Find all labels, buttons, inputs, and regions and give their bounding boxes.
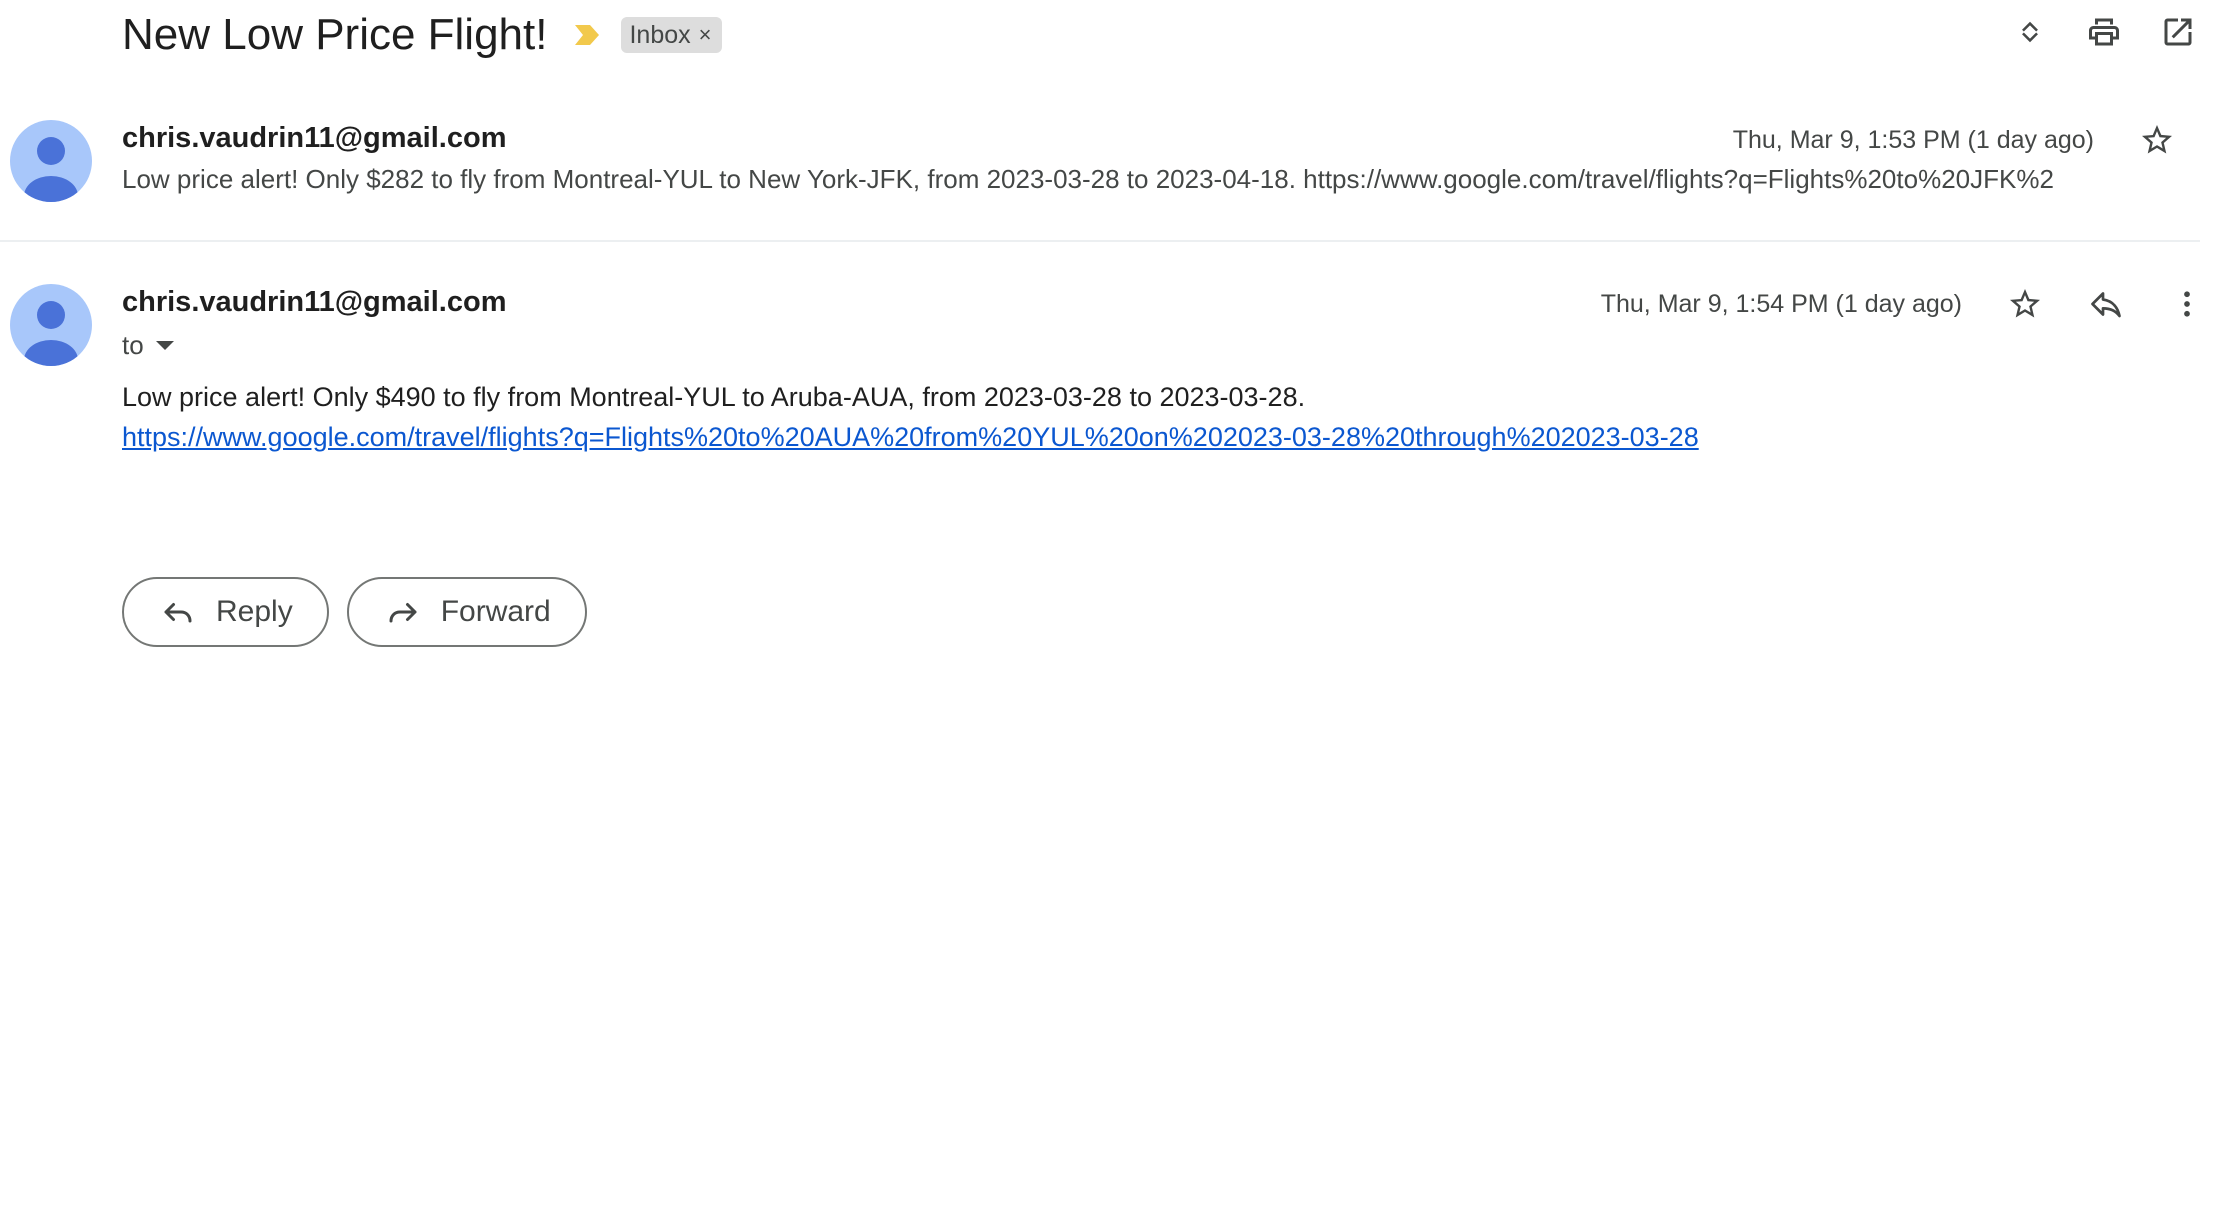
message-date: Thu, Mar 9, 1:54 PM (1 day ago) [1600,290,1962,318]
sender-name: chris.vaudrin11@gmail.com [122,122,507,154]
inbox-label-text: Inbox [629,20,691,49]
message-body: Low price alert! Only $490 to fly from M… [122,382,1306,412]
email-thread-view: New Low Price Flight! Inbox × chris.vaud… [0,0,2230,1226]
more-vert-icon [2184,291,2190,317]
flight-search-link[interactable]: https://www.google.com/travel/flights?q=… [122,422,1699,453]
sender-name: chris.vaudrin11@gmail.com [122,286,507,318]
reply-button[interactable] [2084,282,2128,326]
reply-label: Reply [216,595,293,628]
expand-collapse-icon [2022,21,2038,43]
forward-icon [389,603,417,623]
recipient-details-toggle[interactable]: to [122,330,174,361]
message-date: Thu, Mar 9, 1:53 PM (1 day ago) [1732,126,2094,154]
collapsed-message[interactable]: chris.vaudrin11@gmail.com Low price aler… [0,110,2200,242]
thread-header: New Low Price Flight! Inbox × [122,0,722,70]
person-avatar-icon [24,137,78,202]
forward-label: Forward [440,595,551,628]
caret-down-icon [155,341,174,350]
star-icon [2142,125,2172,154]
thread-toolbar [2008,10,2200,54]
forward-action-button[interactable]: Forward [346,577,587,647]
open-in-new-window-icon [2164,18,2192,46]
sender-avatar [10,284,92,366]
remove-label-button[interactable]: × [699,22,712,48]
message-snippet: Low price alert! Only $282 to fly from M… [122,164,2054,194]
importance-marker-icon[interactable] [573,22,601,48]
person-avatar-icon [24,301,78,366]
print-all-button[interactable] [2082,10,2126,54]
reply-icon [2091,292,2121,318]
thread-subject: New Low Price Flight! [122,10,548,59]
inbox-label-chip: Inbox × [621,17,722,53]
reply-action-button[interactable]: Reply [122,577,329,647]
star-button[interactable] [2135,118,2179,162]
message-actions: Reply Forward [122,577,587,647]
star-icon [2010,289,2040,318]
print-icon [2089,18,2119,46]
star-button[interactable] [2003,282,2047,326]
expand-collapse-all-button[interactable] [2008,10,2052,54]
reply-icon [164,603,192,623]
to-label: to [122,330,144,360]
open-in-new-window-button[interactable] [2156,10,2200,54]
sender-avatar [10,120,92,202]
more-options-button[interactable] [2165,282,2209,326]
